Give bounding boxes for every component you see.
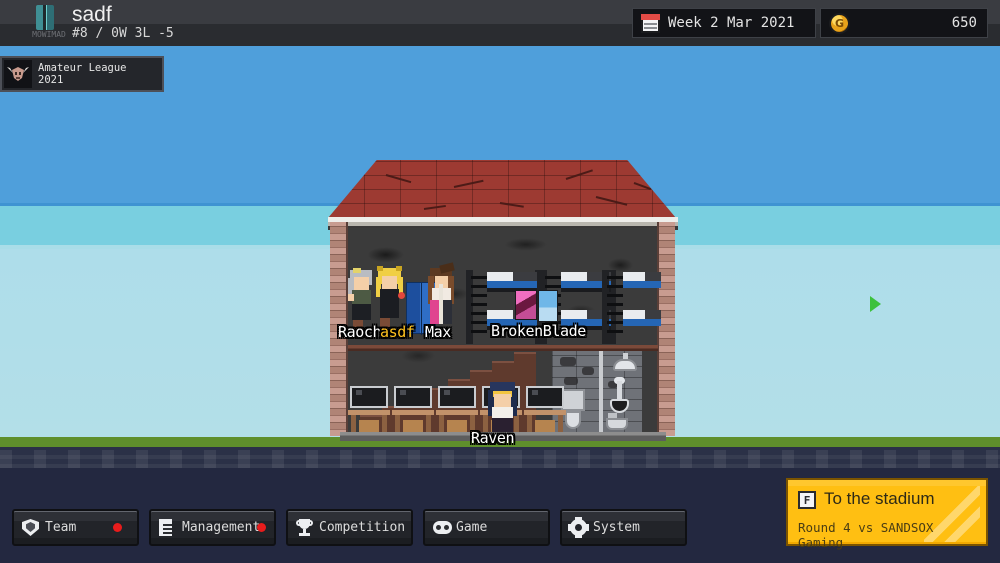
- date-chip[interactable]: Week 2 Mar 2021: [632, 8, 816, 38]
- to-the-stadium-panel[interactable]: F To the stadium Round 4 vs SANDSOX Gami…: [786, 478, 988, 550]
- stadium-subtitle: Round 4 vs SANDSOX Gaming: [798, 520, 934, 550]
- top-header-bar: MOWIMAD sadf #8 / 0W 3L -5 Week 2 Mar 20…: [0, 0, 1000, 46]
- nametag-raven: Raven: [471, 429, 515, 447]
- currency-chip[interactable]: G 650: [820, 8, 988, 38]
- league-name: Amateur League: [38, 62, 127, 74]
- bathroom-stain: [564, 377, 578, 385]
- character-asdf[interactable]: [375, 266, 405, 330]
- league-year: 2021: [38, 74, 64, 86]
- bat-crest-icon: [4, 60, 32, 88]
- pc-desk[interactable]: [436, 386, 478, 432]
- date-label: Week 2 Mar 2021: [668, 15, 795, 31]
- notification-dot: [113, 523, 122, 532]
- nametag-brokenblade: BrokenBlade: [491, 322, 586, 340]
- bunk-mattress: [623, 272, 645, 281]
- bunk-bed[interactable]: [602, 270, 678, 344]
- nav-button-competition[interactable]: Competition: [286, 509, 413, 546]
- bunk-ladder: [471, 274, 487, 342]
- nav-label-team: Team: [45, 520, 77, 535]
- nametag-max: Max: [425, 323, 451, 341]
- wall-poster: [515, 290, 537, 320]
- locker-seam: [421, 283, 422, 335]
- pc-desk[interactable]: [392, 386, 434, 432]
- stone-texture: [0, 450, 1000, 468]
- bathroom-pipe: [599, 351, 603, 433]
- bunk-mattress: [487, 272, 513, 281]
- nav-label-system: System: [593, 520, 640, 535]
- bathroom-stain: [560, 357, 576, 366]
- gold-coin-icon: G: [829, 12, 850, 34]
- currency-value: 650: [951, 15, 977, 31]
- gamepad-icon: [433, 519, 452, 536]
- nav-button-management[interactable]: Management: [149, 509, 276, 546]
- green-pointer-cursor: [869, 295, 884, 313]
- bunk-mattress: [487, 310, 513, 319]
- team-record: #8 / 0W 3L -5: [72, 26, 174, 41]
- character-raven[interactable]: [488, 382, 518, 434]
- league-text: Amateur League 2021: [38, 62, 127, 86]
- shower-head-icon[interactable]: [610, 353, 640, 375]
- bunk-ladder: [607, 274, 623, 342]
- sink-icon[interactable]: [606, 413, 628, 430]
- bunk-mattress: [561, 272, 587, 281]
- roof-brick-pattern: [328, 160, 676, 218]
- nav-label-competition: Competition: [319, 520, 406, 535]
- nav-label-game: Game: [456, 520, 488, 535]
- bunk-mattress: [623, 310, 645, 319]
- bunk-mattress: [561, 310, 587, 319]
- nav-button-game[interactable]: Game: [423, 509, 550, 546]
- document-icon: [159, 519, 176, 536]
- pc-desk[interactable]: [524, 386, 566, 432]
- gear-icon: [568, 517, 589, 538]
- stadium-title: To the stadium: [824, 489, 935, 508]
- bunk-sheet: [623, 319, 661, 326]
- bathroom-stain: [582, 367, 594, 375]
- nav-button-team[interactable]: Team: [12, 509, 139, 546]
- dorm-window: [538, 290, 558, 322]
- trophy-icon: [296, 519, 313, 536]
- bunk-sheet: [487, 281, 537, 288]
- character-raoch[interactable]: [348, 268, 376, 330]
- nametag-asdf: asdf: [380, 323, 415, 341]
- hotkey-badge: F: [798, 491, 816, 509]
- logo-glyph: [36, 5, 54, 30]
- nav-label-management: Management: [182, 520, 261, 535]
- house-roof: [328, 160, 676, 222]
- nav-button-system[interactable]: System: [560, 509, 687, 546]
- roof-eave: [328, 217, 678, 226]
- team-name: sadf: [72, 3, 112, 26]
- pillar-logo-icon[interactable]: MOWIMAD: [26, 3, 72, 43]
- league-badge[interactable]: Amateur League 2021: [0, 56, 164, 92]
- bunk-sheet: [623, 281, 661, 288]
- calendar-icon: [641, 13, 660, 33]
- team-house[interactable]: Raoch asdf Max BrokenBlade Raven: [328, 160, 678, 447]
- nametag-raoch: Raoch: [338, 323, 382, 341]
- pc-desk[interactable]: [348, 386, 390, 432]
- logo-caption: MOWIMAD: [32, 30, 66, 39]
- notification-dot: [257, 523, 266, 532]
- shield-icon: [22, 519, 39, 536]
- plunger-icon: [608, 377, 630, 415]
